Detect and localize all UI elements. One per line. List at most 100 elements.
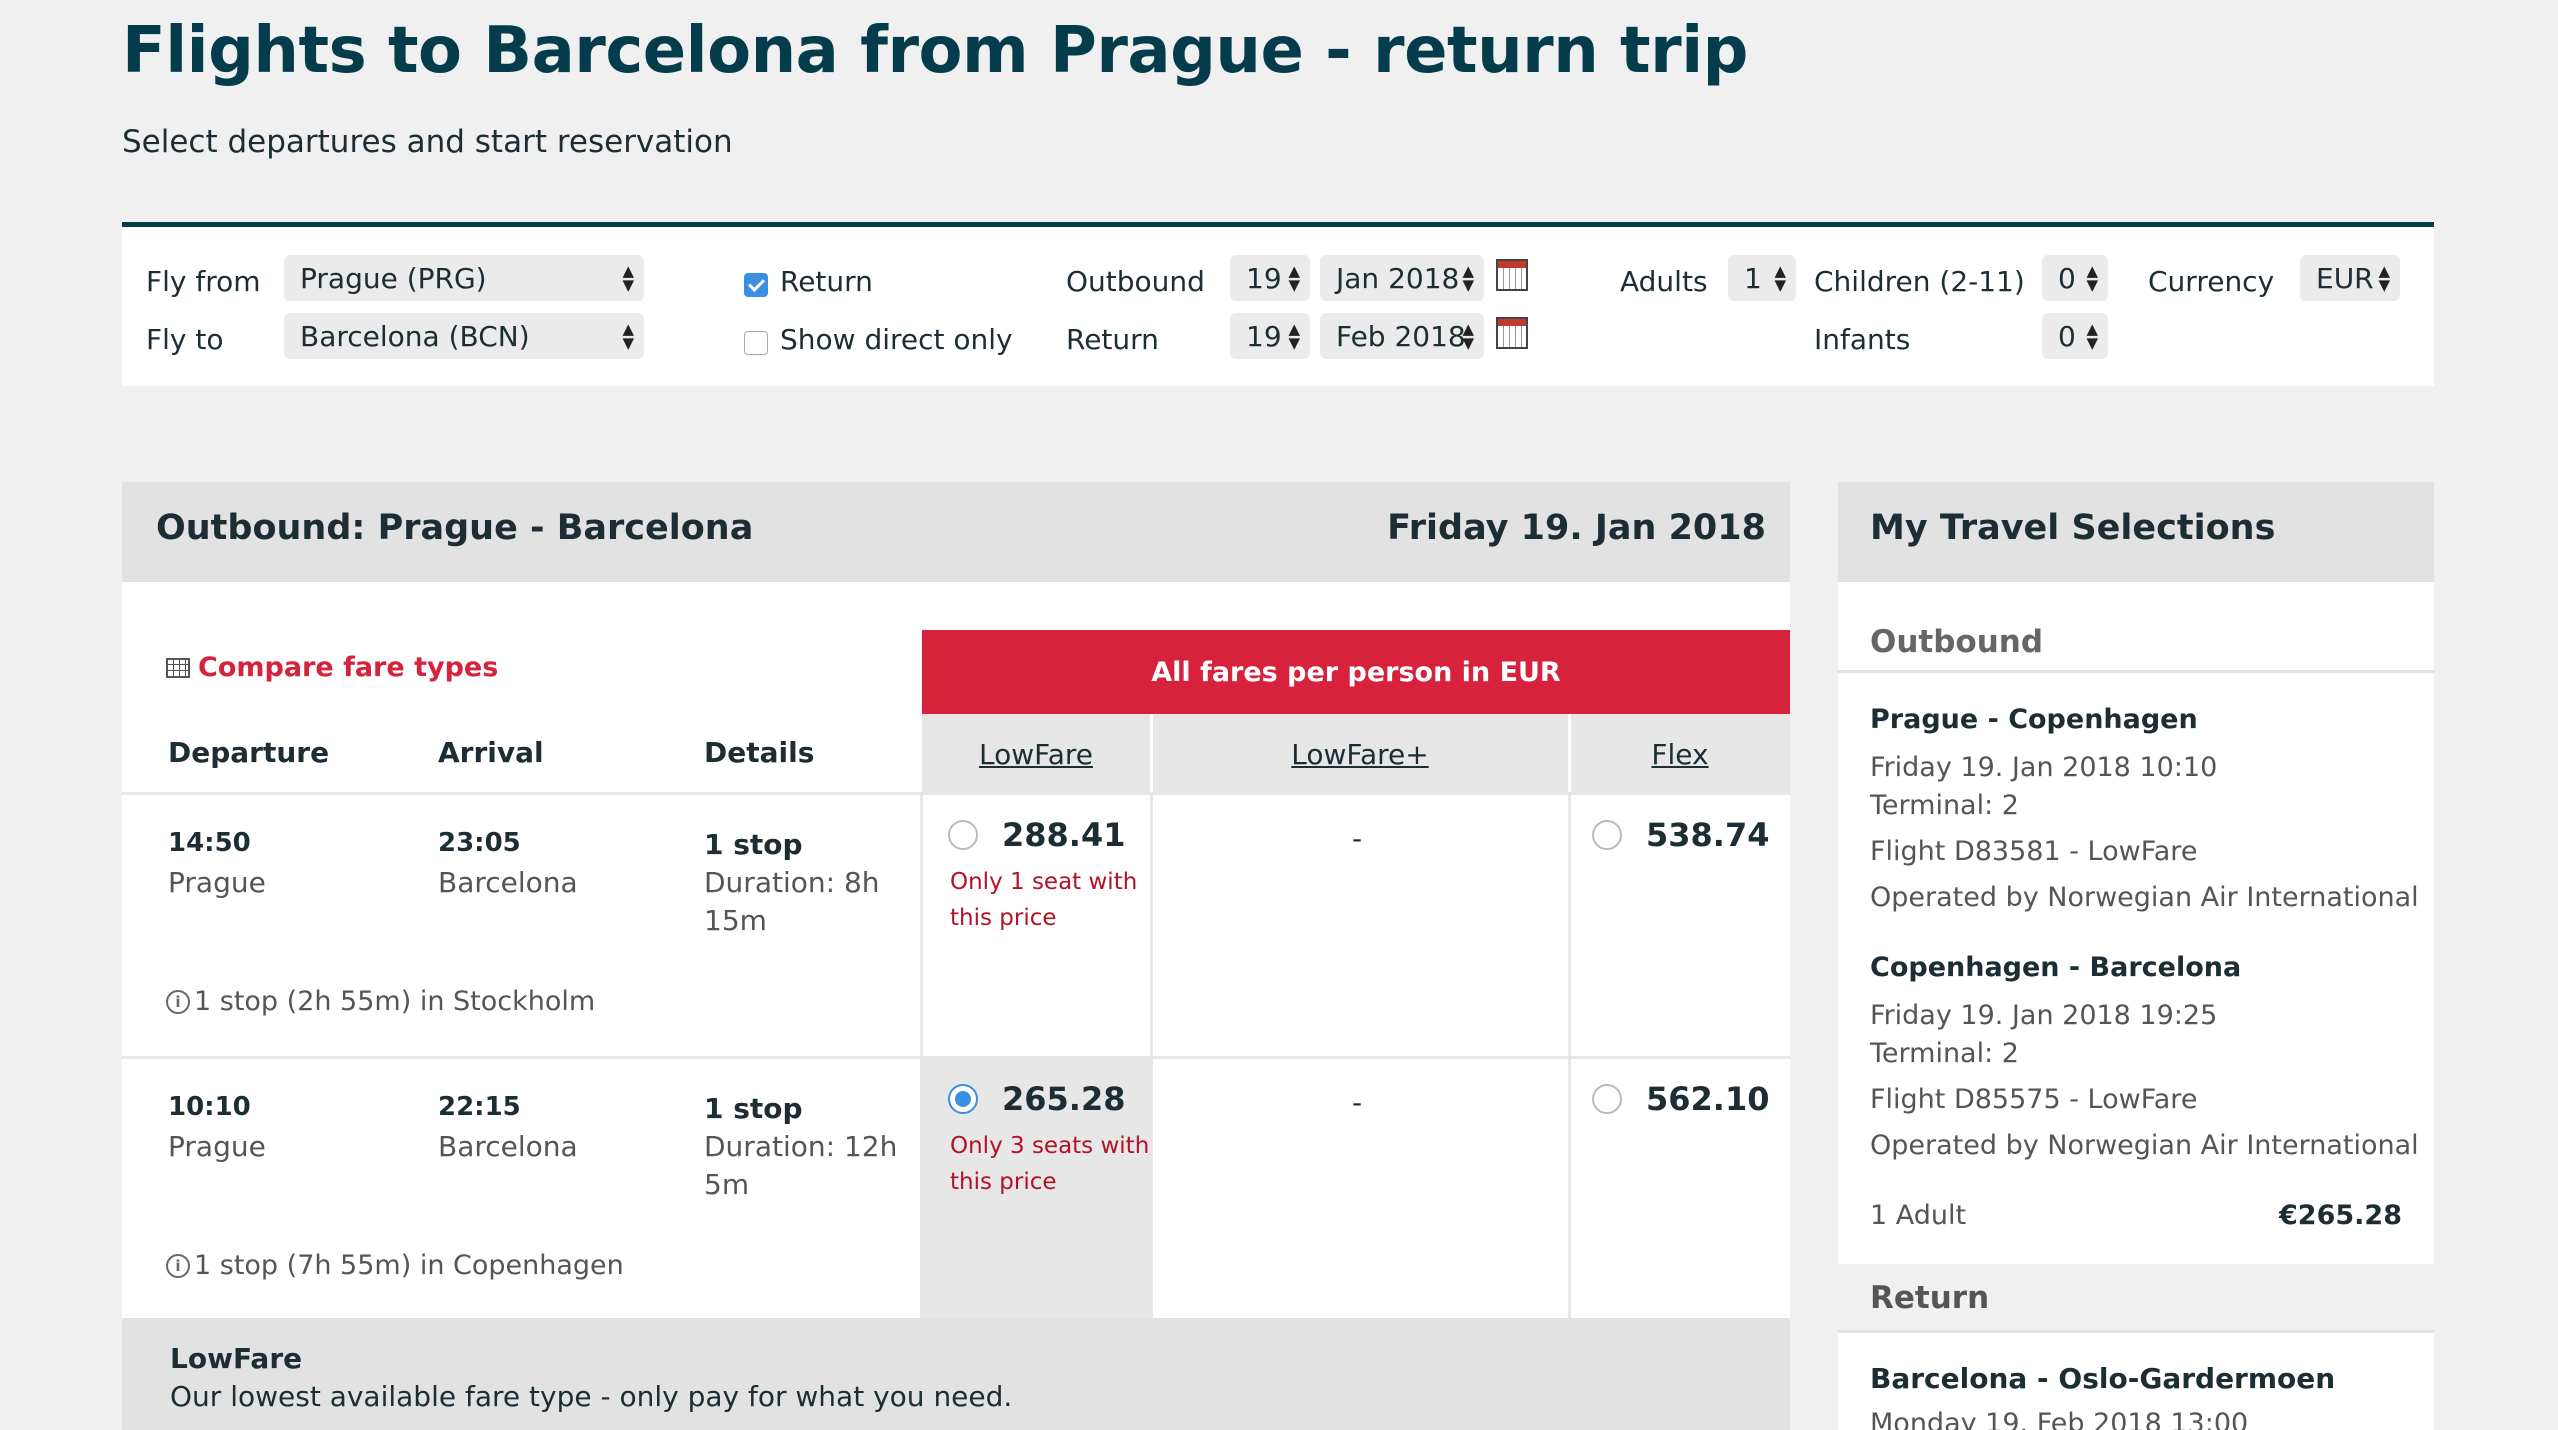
children-select[interactable]: 0 ▲ ▼ [2042, 255, 2108, 301]
travel-selections-panel: My Travel Selections Outbound Prague - C… [1838, 482, 2434, 1430]
leg-route: Prague - Copenhagen [1870, 704, 2198, 735]
arrival-time: 22:15 [438, 1092, 521, 1122]
outbound-date-label: Outbound [1066, 265, 1205, 298]
outbound-month-value: Jan 2018 [1336, 261, 1460, 295]
leg-operator: Operated by Norwegian Air International [1870, 1130, 2419, 1161]
passenger-count: 1 Adult [1870, 1200, 1967, 1231]
fare-radio-flex[interactable] [1592, 820, 1622, 850]
price-lowfare-plus: - [1352, 822, 1363, 855]
infants-value: 0 [2058, 319, 2076, 353]
departure-place: Prague [168, 1130, 266, 1163]
leg-terminal: Terminal: 2 [1870, 790, 2019, 821]
select-arrows-icon: ▲ ▼ [2378, 262, 2390, 294]
column-arrival: Arrival [438, 736, 544, 769]
compare-fare-types-label: Compare fare types [198, 652, 499, 683]
select-arrows-icon: ▲ ▼ [2086, 262, 2098, 294]
fare-tab-lowfare-plus[interactable]: LowFare+ [1152, 714, 1568, 794]
price-lowfare: 288.41 [1002, 816, 1126, 854]
adults-label: Adults [1620, 265, 1708, 298]
leg-time: Friday 19. Jan 2018 19:25 [1870, 1000, 2218, 1031]
fare-description-text: Our lowest available fare type - only pa… [170, 1380, 1013, 1413]
duration: Duration: 12h [704, 1130, 898, 1163]
stops-count: 1 stop [704, 828, 803, 861]
select-arrows-icon: ▲ ▼ [1774, 262, 1786, 294]
select-arrows-icon: ▲ ▼ [1288, 320, 1300, 352]
fare-description-title: LowFare [170, 1342, 303, 1375]
currency-label: Currency [2148, 265, 2275, 298]
return-day-select[interactable]: 19 ▲ ▼ [1230, 313, 1310, 359]
outbound-title: Outbound: Prague - Barcelona [156, 508, 754, 548]
fare-type-header: LowFare LowFare+ Flex [922, 714, 1790, 794]
compare-fare-types-link[interactable]: Compare fare types [166, 652, 498, 683]
fly-from-select[interactable]: Prague (PRG) ▲ ▼ [284, 255, 644, 301]
travel-outbound-label: Outbound [1870, 624, 2044, 660]
leg-flight: Flight D85575 - LowFare [1870, 1084, 2198, 1115]
arrival-time: 23:05 [438, 828, 521, 858]
outbound-day-select[interactable]: 19 ▲ ▼ [1230, 255, 1310, 301]
fly-to-value: Barcelona (BCN) [300, 319, 530, 353]
departure-time: 10:10 [168, 1092, 251, 1122]
direct-only-label: Show direct only [780, 323, 1013, 356]
departure-place: Prague [168, 866, 266, 899]
search-panel: Fly from Prague (PRG) ▲ ▼ Fly to Barcelon… [122, 222, 2434, 386]
fare-radio-flex[interactable] [1592, 1084, 1622, 1114]
leg-time: Friday 19. Jan 2018 10:10 [1870, 752, 2218, 783]
currency-select[interactable]: EUR ▲ ▼ [2300, 255, 2400, 301]
return-day-value: 19 [1246, 319, 1282, 353]
adults-select[interactable]: 1 ▲ ▼ [1728, 255, 1796, 301]
divider [1568, 792, 1571, 1318]
divider [920, 792, 923, 1318]
stops-count: 1 stop [704, 1092, 803, 1125]
page-subtitle: Select departures and start reservation [122, 124, 733, 160]
stop-info[interactable]: i 1 stop (7h 55m) in Copenhagen [166, 1250, 624, 1281]
select-arrows-icon: ▲ ▼ [1462, 320, 1474, 352]
direct-only-checkbox[interactable] [744, 331, 768, 355]
fly-to-label: Fly to [146, 323, 224, 356]
return-checkbox[interactable] [744, 273, 768, 297]
divider [1150, 792, 1153, 1318]
fly-to-select[interactable]: Barcelona (BCN) ▲ ▼ [284, 313, 644, 359]
leg-terminal: Terminal: 2 [1870, 1038, 2019, 1069]
travel-selections-title: My Travel Selections [1870, 508, 2276, 548]
fly-from-label: Fly from [146, 265, 261, 298]
outbound-header: Outbound: Prague - Barcelona Friday 19. … [122, 482, 1790, 582]
fare-tab-flex[interactable]: Flex [1570, 714, 1790, 794]
return-month-value: Feb 2018 [1336, 319, 1466, 353]
info-icon: i [166, 1253, 190, 1278]
duration-cont: 15m [704, 904, 767, 937]
fare-radio-lowfare[interactable] [948, 820, 978, 850]
select-arrows-icon: ▲ ▼ [1462, 262, 1474, 294]
price-flex: 562.10 [1646, 1080, 1770, 1118]
return-calendar-icon[interactable] [1496, 317, 1528, 349]
select-arrows-icon: ▲ ▼ [622, 262, 634, 294]
fare-description: LowFare Our lowest available fare type -… [122, 1318, 1790, 1430]
select-arrows-icon: ▲ ▼ [622, 320, 634, 352]
outbound-calendar-icon[interactable] [1496, 259, 1528, 291]
leg-flight: Flight D83581 - LowFare [1870, 836, 2198, 867]
children-value: 0 [2058, 261, 2076, 295]
divider [122, 792, 1790, 795]
fare-tab-lowfare[interactable]: LowFare [922, 714, 1150, 794]
stop-info[interactable]: i 1 stop (2h 55m) in Stockholm [166, 986, 595, 1017]
select-arrows-icon: ▲ ▼ [1288, 262, 1300, 294]
seat-warning-line: Only 1 seat with [950, 869, 1138, 895]
return-time: Monday 19. Feb 2018 13:00 [1870, 1408, 2249, 1430]
infants-select[interactable]: 0 ▲ ▼ [2042, 313, 2108, 359]
outbound-total: €265.28 [2279, 1200, 2402, 1231]
fare-radio-lowfare[interactable] [948, 1084, 978, 1114]
seat-warning: Only 3 seats with this price [950, 1128, 1149, 1200]
duration: Duration: 8h [704, 866, 880, 899]
seat-warning-line: this price [950, 1169, 1057, 1195]
stop-info-text: 1 stop (2h 55m) in Stockholm [194, 986, 596, 1017]
select-arrows-icon: ▲ ▼ [2086, 320, 2098, 352]
outbound-month-select[interactable]: Jan 2018 ▲ ▼ [1320, 255, 1484, 301]
return-date-label: Return [1066, 323, 1159, 356]
outbound-day-value: 19 [1246, 261, 1282, 295]
divider [122, 1056, 1790, 1059]
column-departure: Departure [168, 736, 330, 769]
infants-label: Infants [1814, 323, 1911, 356]
return-month-select[interactable]: Feb 2018 ▲ ▼ [1320, 313, 1484, 359]
departure-time: 14:50 [168, 828, 251, 858]
seat-warning-line: Only 3 seats with [950, 1133, 1150, 1159]
divider [1838, 670, 2434, 673]
